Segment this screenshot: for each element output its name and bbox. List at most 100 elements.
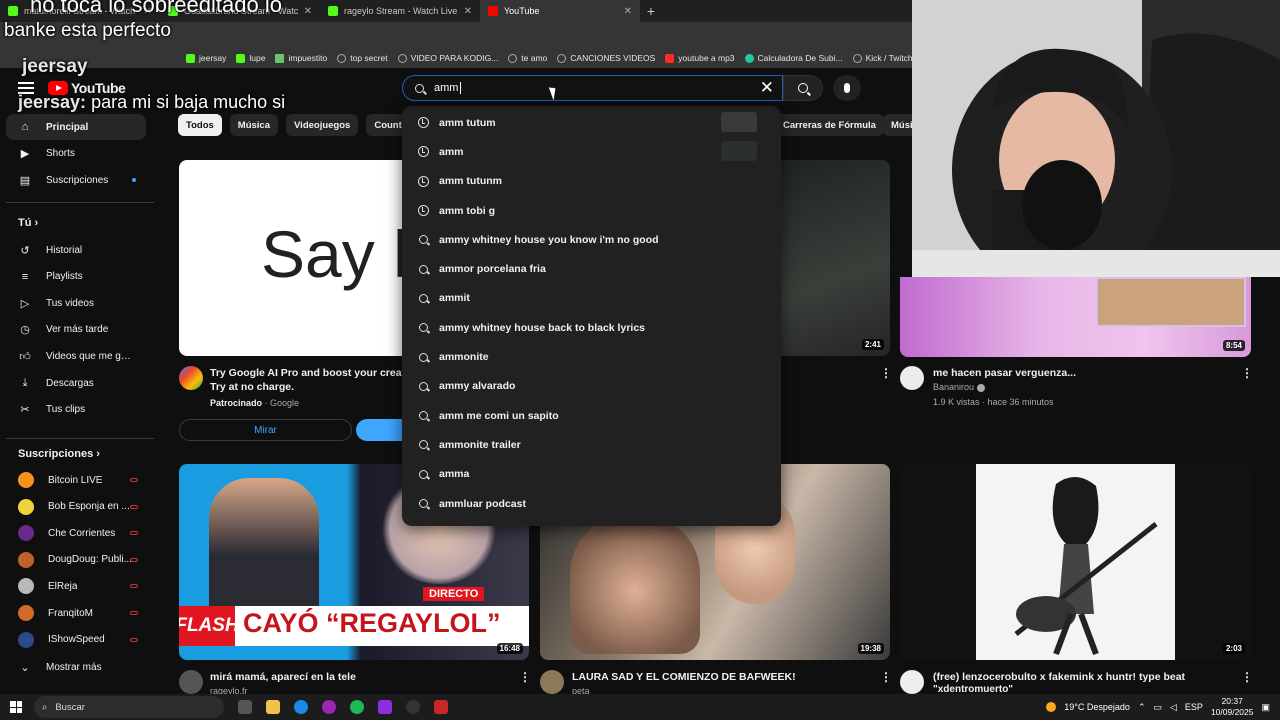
playlist-icon: ≡ (21, 270, 29, 283)
video-title[interactable]: LAURA SAD Y EL COMIENZO DE BAFWEEK! (572, 670, 796, 684)
filter-chip[interactable]: Música (229, 114, 279, 136)
canva-icon[interactable] (378, 700, 392, 714)
bookmark-item[interactable]: Calculadora De Subi... (744, 53, 843, 63)
taskbar-search[interactable]: ⌕ Buscar (34, 696, 224, 718)
section-title-you[interactable]: Tú › (18, 217, 38, 229)
channel-avatar[interactable] (179, 670, 203, 694)
sidebar-item[interactable]: ≡ Playlists (6, 264, 146, 290)
sidebar-item[interactable]: ▶ Shorts (6, 141, 146, 167)
ad-watch-button[interactable]: Mirar (179, 419, 352, 441)
subscription-item[interactable]: DougDoug: Publi... (6, 547, 146, 573)
search-suggestion[interactable]: ammonite (402, 342, 781, 371)
sidebar-item[interactable]: ✂ Tus clips (6, 397, 146, 423)
chip-carreras[interactable]: Carreras de Fórmula (775, 114, 884, 136)
google-avatar[interactable] (179, 366, 203, 390)
filter-chip[interactable]: Videojuegos (286, 114, 359, 136)
search-suggestion[interactable]: ammluar podcast (402, 489, 781, 518)
video-thumbnail[interactable]: 2:41 (781, 160, 890, 356)
ad-thumbnail[interactable]: Say k (179, 160, 402, 356)
ad-title[interactable]: Try Google AI Pro and boost your creativ (210, 366, 402, 380)
search-suggestion[interactable]: ammonite trailer (402, 430, 781, 459)
browser-tab[interactable]: rageylo Stream - Watch Live ✕ (320, 0, 480, 22)
sidebar-item[interactable]: ↺ Historial (6, 237, 146, 263)
app-icon[interactable] (434, 700, 448, 714)
video-title[interactable]: me hacen pasar verguenza... (933, 366, 1076, 380)
ad-cta-button[interactable] (356, 419, 402, 441)
history-suggestion[interactable]: amm tutum (402, 108, 781, 137)
more-options-icon[interactable]: ⋮ (880, 366, 892, 380)
clear-search-icon[interactable]: ✕ (760, 79, 774, 96)
browser-tab-active[interactable]: YouTube ✕ (480, 0, 640, 22)
clock[interactable]: 20:37 10/09/2025 (1211, 696, 1254, 718)
chevron-up-icon[interactable]: ⌃ (1138, 702, 1146, 713)
task-view-icon[interactable] (238, 700, 252, 714)
bookmark-item[interactable]: te amo (508, 53, 547, 63)
channel-avatar[interactable] (900, 670, 924, 694)
new-tab-button[interactable]: + (640, 3, 662, 19)
subscription-item[interactable]: Bob Esponja en ... (6, 494, 146, 520)
subscription-item[interactable]: IShowSpeed (6, 627, 146, 653)
history-suggestion[interactable]: amm (402, 137, 781, 166)
search-suggestion[interactable]: ammor porcelana fria (402, 254, 781, 283)
chip-musica-2[interactable]: Músi (883, 114, 912, 136)
channel-avatar[interactable] (540, 670, 564, 694)
suggestion-thumbnail[interactable] (721, 112, 757, 132)
sidebar-item[interactable]: ⤓ Descargas (6, 370, 146, 396)
notification-icon[interactable]: ▣ (1261, 702, 1270, 713)
more-options-icon[interactable]: ⋮ (1241, 670, 1253, 684)
video-title[interactable]: (free) lenzocerobulto x fakemink x huntr… (933, 670, 1185, 684)
search-button[interactable] (783, 75, 823, 101)
network-icon[interactable]: ▭ (1153, 702, 1162, 713)
sidebar-item[interactable]: ▤ Suscripciones (6, 167, 146, 193)
bookmark-item[interactable]: lupe (236, 53, 265, 63)
search-suggestion[interactable]: ammy alvarado (402, 372, 781, 401)
windows-start-icon[interactable] (10, 701, 22, 713)
subscription-item[interactable]: Bitcoin LIVE (6, 467, 146, 493)
more-options-icon[interactable]: ⋮ (519, 670, 531, 684)
history-suggestion[interactable]: amm tutunm (402, 167, 781, 196)
volume-icon[interactable]: ◁ (1170, 702, 1177, 713)
bookmark-item[interactable]: VIDEO PARA KODIG... (397, 53, 498, 63)
bookmark-item[interactable]: impuestito (275, 53, 327, 63)
bookmark-item[interactable]: CANCIONES VIDEOS (557, 53, 655, 63)
show-more-button[interactable]: ⌄ Mostrar más (6, 654, 146, 680)
subscription-item[interactable]: ElReja (6, 573, 146, 599)
sidebar-item[interactable]: ◷ Ver más tarde (6, 317, 146, 343)
search-suggestion[interactable]: ammy whitney house back to black lyrics (402, 313, 781, 342)
bookmark-item[interactable]: top secret (337, 53, 388, 63)
search-input[interactable]: amm ✕ (402, 75, 783, 101)
app-icon[interactable] (322, 700, 336, 714)
suggestion-thumbnail[interactable] (721, 141, 757, 162)
voice-search-button[interactable] (833, 75, 861, 101)
more-options-icon[interactable]: ⋮ (1241, 366, 1253, 380)
video-thumbnail[interactable]: 8:54 (900, 277, 1251, 357)
close-icon[interactable]: ✕ (464, 6, 472, 17)
bookmark-item[interactable]: jeersay (186, 53, 226, 63)
search-suggestion[interactable]: amm me comi un sapito (402, 401, 781, 430)
sidebar-item[interactable]: ▷ Tus videos (6, 290, 146, 316)
video-thumbnail[interactable]: 2:03 (900, 464, 1251, 660)
search-suggestion[interactable]: ammy whitney house you know i'm no good (402, 225, 781, 254)
obs-icon[interactable] (406, 700, 420, 714)
more-options-icon[interactable]: ⋮ (880, 670, 892, 684)
channel-avatar[interactable] (900, 366, 924, 390)
edge-icon[interactable] (294, 700, 308, 714)
language-indicator[interactable]: ESP (1185, 702, 1203, 712)
section-title-subscriptions[interactable]: Suscripciones › (18, 448, 100, 460)
search-suggestion[interactable]: ammit (402, 284, 781, 313)
spotify-icon[interactable] (350, 700, 364, 714)
channel-name[interactable]: Bananirou (933, 382, 985, 392)
search-suggestion[interactable]: amma (402, 460, 781, 489)
filter-chip[interactable]: Todos (178, 114, 222, 136)
weather-text[interactable]: 19°C Despejado (1064, 702, 1130, 712)
close-icon[interactable]: ✕ (304, 6, 312, 17)
video-title[interactable]: mirá mamá, aparecí en la tele (210, 670, 356, 684)
sidebar-item[interactable]: 👍︎ Videos que me gus... (6, 343, 146, 369)
file-explorer-icon[interactable] (266, 700, 280, 714)
sidebar-item[interactable]: ⌂ Principal (6, 114, 146, 140)
subscription-item[interactable]: Che Corrientes (6, 520, 146, 546)
subscription-item[interactable]: FranqitoM (6, 600, 146, 626)
history-suggestion[interactable]: amm tobi g (402, 196, 781, 225)
bookmark-item[interactable]: youtube a mp3 (665, 53, 735, 63)
close-icon[interactable]: ✕ (624, 6, 632, 17)
